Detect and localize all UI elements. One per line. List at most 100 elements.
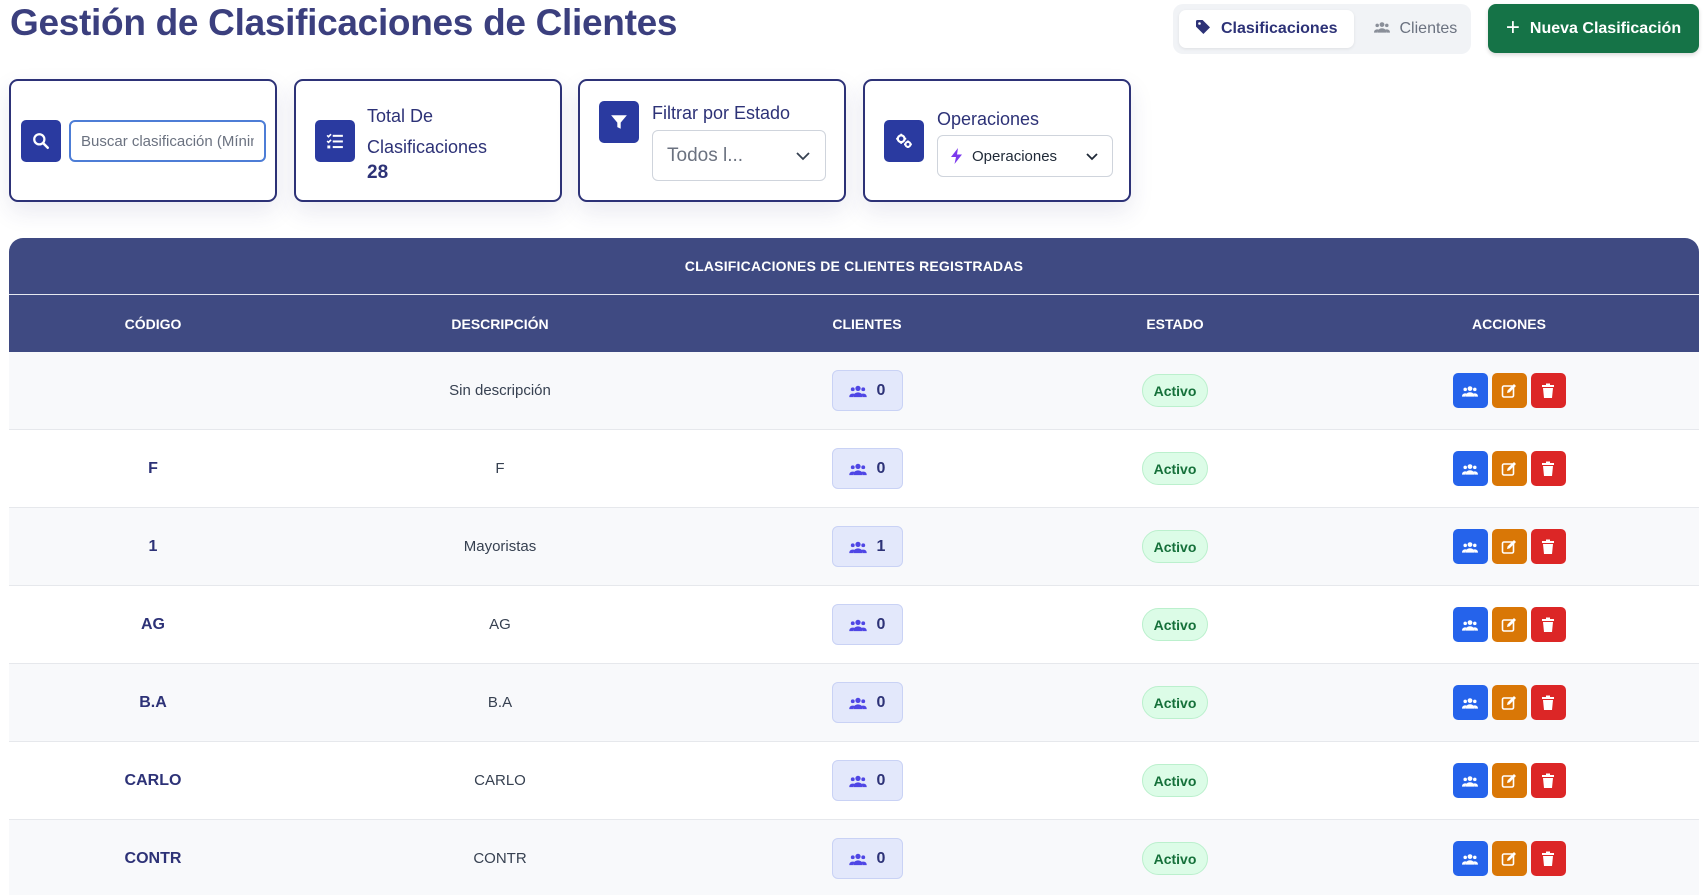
clients-count: 0 (876, 849, 886, 867)
search-input[interactable] (69, 120, 266, 162)
delete-button[interactable] (1530, 841, 1566, 876)
row-description: AG (489, 616, 511, 633)
column-header-status[interactable]: ESTADO (1031, 295, 1319, 352)
row-actions (1452, 373, 1566, 408)
delete-button[interactable] (1530, 685, 1566, 720)
operations-value: Operaciones (972, 147, 1058, 165)
row-code: CONTR (124, 849, 182, 867)
search-card (9, 79, 277, 202)
column-header-description[interactable]: DESCRIPCIÓN (297, 295, 703, 352)
table-row: AG AG 0 Activo (9, 586, 1699, 664)
tab-clasificaciones-label: Clasificaciones (1221, 20, 1338, 37)
operations-card: Operaciones Operaciones (863, 79, 1131, 202)
clients-count-badge[interactable]: 0 (831, 370, 903, 411)
delete-button[interactable] (1530, 373, 1566, 408)
edit-icon (1501, 695, 1516, 710)
edit-icon (1501, 461, 1516, 476)
clients-count: 0 (876, 459, 886, 477)
tab-clientes[interactable]: Clientes (1358, 10, 1474, 48)
view-clients-button[interactable] (1452, 841, 1488, 876)
delete-button[interactable] (1530, 451, 1566, 486)
edit-button[interactable] (1491, 607, 1527, 642)
table-row: CONTR CONTR 0 Activo (9, 820, 1699, 895)
operations-select[interactable]: Operaciones (937, 135, 1113, 177)
clients-count-badge[interactable]: 1 (831, 526, 903, 567)
status-badge: Activo (1141, 842, 1209, 875)
clients-count: 0 (876, 693, 886, 711)
clients-count-badge[interactable]: 0 (831, 604, 903, 645)
users-icon (1462, 619, 1478, 631)
trash-icon (1542, 539, 1554, 554)
trash-icon (1542, 773, 1554, 788)
clients-count-badge[interactable]: 0 (831, 760, 903, 801)
edit-button[interactable] (1491, 373, 1527, 408)
plus-icon: + (1505, 13, 1520, 41)
view-clients-button[interactable] (1452, 685, 1488, 720)
table-body: Sin descripción 0 Activo F F 0 Activo 1 … (9, 352, 1699, 895)
clients-count: 0 (876, 615, 886, 633)
users-icon (848, 697, 867, 709)
users-icon (1462, 697, 1478, 709)
total-card: Total De Clasificaciones 28 (294, 79, 562, 202)
table-title: CLASIFICACIONES DE CLIENTES REGISTRADAS (9, 238, 1699, 295)
filter-label: Filtrar por Estado (652, 103, 791, 123)
users-icon (848, 775, 867, 787)
status-filter-select[interactable]: Todos l... (652, 130, 826, 181)
edit-button[interactable] (1491, 763, 1527, 798)
trash-icon (1542, 851, 1554, 866)
edit-button[interactable] (1491, 451, 1527, 486)
search-icon[interactable] (21, 120, 61, 162)
clients-count: 0 (876, 771, 886, 789)
row-actions (1452, 841, 1566, 876)
trash-icon (1542, 617, 1554, 632)
table-row: CARLO CARLO 0 Activo (9, 742, 1699, 820)
view-clients-button[interactable] (1452, 529, 1488, 564)
view-clients-button[interactable] (1452, 607, 1488, 642)
clients-count-badge[interactable]: 0 (831, 448, 903, 489)
users-icon (1462, 775, 1478, 787)
row-code: AG (141, 615, 165, 633)
users-icon (1373, 19, 1390, 40)
edit-button[interactable] (1491, 529, 1527, 564)
view-clients-button[interactable] (1452, 451, 1488, 486)
column-header-code[interactable]: CÓDIGO (9, 295, 297, 352)
tag-icon (1195, 19, 1211, 40)
table-row: F F 0 Activo (9, 430, 1699, 508)
view-tabs: Clasificaciones Clientes (1173, 4, 1471, 54)
filter-icon (599, 101, 639, 143)
operations-label: Operaciones (937, 109, 1040, 129)
table-row: B.A B.A 0 Activo (9, 664, 1699, 742)
row-actions (1452, 607, 1566, 642)
status-badge: Activo (1141, 452, 1209, 485)
clients-count: 1 (876, 537, 886, 555)
clients-count: 0 (876, 381, 886, 399)
status-filter-value: Todos l... (667, 144, 744, 166)
delete-button[interactable] (1530, 607, 1566, 642)
table-row: 1 Mayoristas 1 Activo (9, 508, 1699, 586)
row-code: CARLO (124, 771, 182, 789)
classifications-table: CLASIFICACIONES DE CLIENTES REGISTRADAS … (9, 238, 1699, 895)
users-icon (848, 619, 867, 631)
view-clients-button[interactable] (1452, 373, 1488, 408)
row-code: B.A (139, 693, 167, 711)
clients-count-badge[interactable]: 0 (831, 838, 903, 879)
bolt-icon (951, 148, 962, 164)
status-badge: Activo (1141, 374, 1209, 407)
edit-icon (1501, 539, 1516, 554)
delete-button[interactable] (1530, 529, 1566, 564)
chevron-down-icon (1086, 153, 1098, 161)
tab-clasificaciones[interactable]: Clasificaciones (1179, 10, 1354, 48)
edit-button[interactable] (1491, 685, 1527, 720)
status-badge: Activo (1141, 764, 1209, 797)
edit-button[interactable] (1491, 841, 1527, 876)
delete-button[interactable] (1530, 763, 1566, 798)
total-value: 28 (367, 162, 389, 183)
clients-count-badge[interactable]: 0 (831, 682, 903, 723)
row-description: CONTR (473, 850, 527, 867)
column-header-clients[interactable]: CLIENTES (703, 295, 1031, 352)
status-badge: Activo (1141, 530, 1209, 563)
status-badge: Activo (1141, 608, 1209, 641)
row-description: F (495, 460, 505, 477)
view-clients-button[interactable] (1452, 763, 1488, 798)
new-classification-button[interactable]: + Nueva Clasificación (1488, 4, 1699, 53)
